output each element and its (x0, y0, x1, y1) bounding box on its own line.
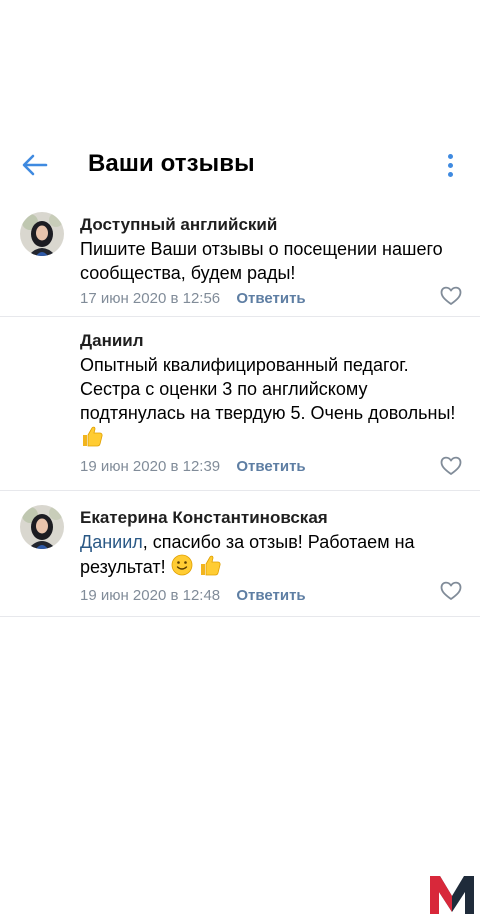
comment-date: 19 июн 2020 в 12:39 (80, 458, 221, 475)
comment-date: 19 июн 2020 в 12:48 (80, 587, 221, 604)
comment-date: 17 июн 2020 в 12:56 (80, 290, 221, 307)
separator (0, 616, 480, 617)
thumbs-up-emoji (80, 425, 104, 453)
comment-meta: 19 июн 2020 в 12:39 Ответить (80, 457, 470, 477)
avatar[interactable] (20, 505, 64, 549)
more-dot (447, 162, 453, 168)
heart-icon[interactable] (440, 581, 462, 601)
comment-text: Опытный квалифицированный педагог. Сестр… (80, 355, 456, 423)
avatar-image (20, 505, 64, 549)
reply-button[interactable]: Ответить (236, 458, 305, 475)
reply-button[interactable]: Ответить (236, 290, 305, 307)
comment-author[interactable]: Даниил (80, 330, 470, 352)
heart-icon[interactable] (440, 286, 462, 306)
back-button[interactable] (18, 148, 52, 182)
heart-icon[interactable] (440, 456, 462, 476)
mention-link[interactable]: Даниил (80, 532, 143, 552)
comment-author[interactable]: Екатерина Константиновская (80, 507, 470, 529)
comment-text-container: Опытный квалифицированный педагог. Сестр… (80, 353, 470, 453)
comment-author[interactable]: Доступный английский (80, 214, 470, 236)
avatar[interactable] (20, 212, 64, 256)
separator (0, 490, 480, 491)
back-arrow-icon (22, 154, 48, 176)
more-vertical-icon (447, 153, 453, 159)
comment-meta: 17 июн 2020 в 12:56 Ответить (80, 289, 470, 309)
smile-emoji (171, 554, 193, 582)
app-header: Ваши отзывы (0, 138, 480, 194)
comment-text: Пишите Ваши отзывы о посещении нашего со… (80, 239, 443, 283)
more-options-button[interactable] (438, 150, 462, 180)
more-dot (447, 171, 453, 177)
page-title: Ваши отзывы (88, 150, 255, 177)
reply-button[interactable]: Ответить (236, 587, 305, 604)
avatar-image (20, 212, 64, 256)
m-logo (430, 876, 474, 914)
comment-text-container: Даниил, спасибо за отзыв! Работаем на ре… (80, 530, 470, 582)
separator (0, 316, 480, 317)
comment-meta: 19 июн 2020 в 12:48 Ответить (80, 586, 470, 606)
thumbs-up-emoji (198, 554, 222, 582)
